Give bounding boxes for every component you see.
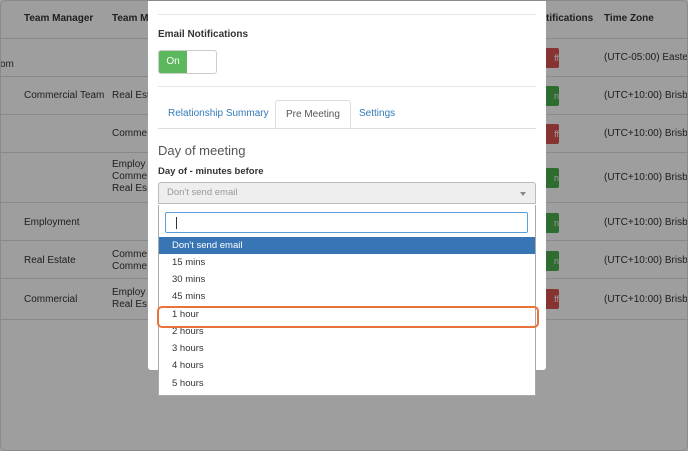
- minutes-before-select[interactable]: Don't send email: [158, 182, 536, 204]
- section-heading: Day of meeting: [158, 143, 246, 158]
- option-4-hours[interactable]: 4 hours: [159, 357, 535, 374]
- option-45-mins[interactable]: 45 mins: [159, 288, 535, 305]
- tab-relationship-summary[interactable]: Relationship Summary: [158, 100, 279, 128]
- tab-settings[interactable]: Settings: [349, 100, 405, 128]
- dropdown-search-input[interactable]: [165, 212, 528, 233]
- divider: [158, 86, 536, 87]
- minutes-before-label: Day of - minutes before: [158, 166, 264, 177]
- select-value: Don't send email: [167, 187, 238, 198]
- tab-divider: [158, 128, 536, 129]
- tab-pre-meeting[interactable]: Pre Meeting: [275, 100, 351, 128]
- option-30-mins[interactable]: 30 mins: [159, 271, 535, 288]
- divider: [158, 14, 536, 15]
- option-highlight-outline: [157, 306, 539, 328]
- option-15-mins[interactable]: 15 mins: [159, 254, 535, 271]
- email-notifications-toggle[interactable]: On: [158, 50, 217, 74]
- text-cursor: [176, 217, 177, 229]
- option-5-hours[interactable]: 5 hours: [159, 375, 535, 392]
- option-3-hours[interactable]: 3 hours: [159, 340, 535, 357]
- option-dont-send-email[interactable]: Don't send email: [159, 237, 535, 254]
- select-dropdown: Don't send email 15 mins 30 mins 45 mins…: [158, 205, 536, 396]
- toggle-on-label: On: [159, 51, 187, 73]
- chevron-down-icon: [520, 192, 526, 196]
- email-notifications-label: Email Notifications: [158, 29, 249, 40]
